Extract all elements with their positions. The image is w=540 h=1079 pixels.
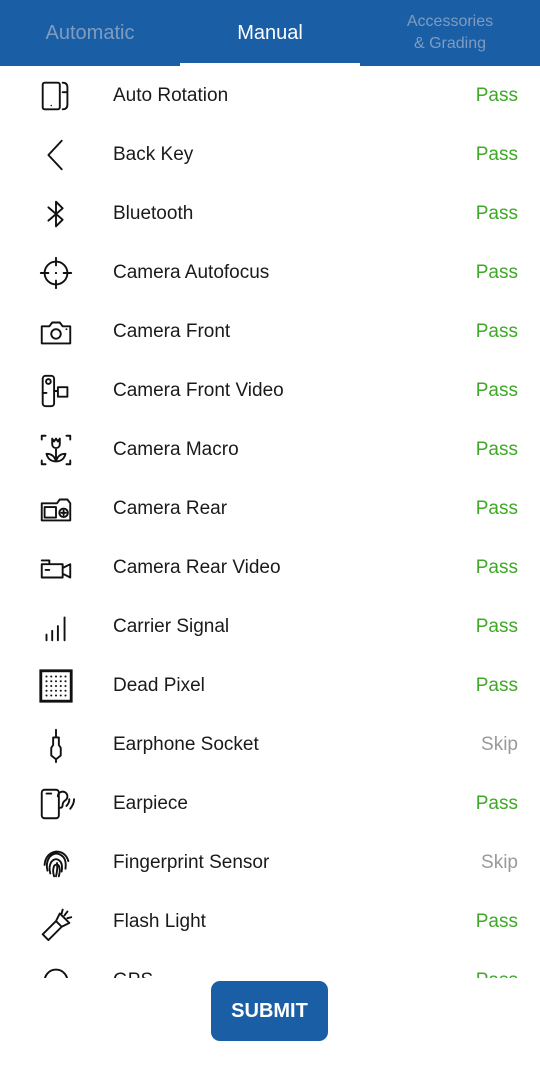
test-label: Camera Autofocus — [113, 262, 270, 283]
gps-icon — [36, 961, 76, 978]
camera-icon — [36, 312, 76, 352]
test-row-camera-rear[interactable]: Camera Rear Pass — [0, 479, 540, 538]
tab-automatic[interactable]: Automatic — [0, 0, 180, 66]
rear-camera-icon — [36, 489, 76, 529]
test-row-flash-light[interactable]: Flash Light Pass — [0, 892, 540, 951]
earpiece-icon — [36, 784, 76, 824]
tab-bar: Automatic Manual Accessories & Grading — [0, 0, 540, 66]
tab-label: Manual — [237, 21, 303, 44]
macro-flower-icon — [36, 430, 76, 470]
back-key-icon — [36, 135, 76, 175]
test-label: Camera Front Video — [113, 380, 284, 401]
test-row-earpiece[interactable]: Earpiece Pass — [0, 774, 540, 833]
test-row-back-key[interactable]: Back Key Pass — [0, 125, 540, 184]
status-badge: Pass — [475, 439, 518, 460]
test-label: Camera Front — [113, 321, 231, 342]
test-label: Earpiece — [113, 793, 188, 814]
test-row-gps[interactable]: GPS Pass — [0, 951, 540, 978]
test-row-camera-rear-video[interactable]: Camera Rear Video Pass — [0, 538, 540, 597]
test-label: Auto Rotation — [113, 85, 229, 106]
status-badge: Pass — [475, 557, 518, 578]
status-badge: Pass — [475, 911, 518, 932]
test-row-camera-autofocus[interactable]: Camera Autofocus Pass — [0, 243, 540, 302]
test-row-fingerprint-sensor[interactable]: Fingerprint Sensor Skip — [0, 833, 540, 892]
bluetooth-icon — [36, 194, 76, 234]
status-badge: Pass — [476, 970, 518, 978]
test-label: Back Key — [113, 144, 194, 165]
test-row-carrier-signal[interactable]: Carrier Signal Pass — [0, 597, 540, 656]
tab-label: Accessories & Grading — [406, 13, 494, 52]
auto-rotation-icon — [36, 76, 76, 116]
status-badge: Skip — [481, 734, 518, 755]
test-row-camera-front-video[interactable]: Camera Front Video Pass — [0, 361, 540, 420]
tab-accessories-grading[interactable]: Accessories & Grading — [360, 0, 540, 66]
status-badge: Pass — [475, 675, 518, 696]
test-label: Dead Pixel — [113, 675, 205, 696]
status-badge: Pass — [475, 616, 518, 637]
test-label: Flash Light — [113, 911, 206, 932]
status-badge: Skip — [481, 852, 518, 873]
status-badge: Pass — [475, 498, 518, 519]
test-row-bluetooth[interactable]: Bluetooth Pass — [0, 184, 540, 243]
status-badge: Pass — [475, 85, 518, 106]
audio-jack-icon — [36, 725, 76, 765]
signal-bars-icon — [36, 607, 76, 647]
front-video-icon — [36, 371, 76, 411]
test-label: Earphone Socket — [113, 734, 259, 755]
crosshair-icon — [36, 253, 76, 293]
test-row-auto-rotation[interactable]: Auto Rotation Pass — [0, 66, 540, 125]
status-badge: Pass — [475, 262, 518, 283]
test-label: Camera Rear Video — [113, 557, 281, 578]
test-label: Camera Macro — [113, 439, 239, 460]
fingerprint-icon — [36, 843, 76, 883]
test-label: GPS — [113, 970, 153, 978]
status-badge: Pass — [475, 203, 518, 224]
test-row-camera-macro[interactable]: Camera Macro Pass — [0, 420, 540, 479]
test-label: Camera Rear — [113, 498, 228, 519]
tab-manual[interactable]: Manual — [180, 0, 360, 66]
submit-button[interactable]: SUBMIT — [211, 981, 328, 1041]
test-label: Fingerprint Sensor — [113, 852, 270, 873]
flashlight-icon — [36, 902, 76, 942]
status-badge: Pass — [475, 793, 518, 814]
pixel-grid-icon — [36, 666, 76, 706]
test-label: Bluetooth — [113, 203, 194, 224]
status-badge: Pass — [475, 321, 518, 342]
test-row-earphone-socket[interactable]: Earphone Socket Skip — [0, 715, 540, 774]
video-camera-icon — [36, 548, 76, 588]
test-list[interactable]: Auto Rotation Pass Back Key Pass Bluetooth Pa… — [0, 66, 540, 978]
test-row-camera-front[interactable]: Camera Front Pass — [0, 302, 540, 361]
tab-label: Automatic — [45, 21, 135, 44]
status-badge: Pass — [475, 380, 518, 401]
test-label: Carrier Signal — [113, 616, 230, 637]
status-badge: Pass — [475, 144, 518, 165]
test-row-dead-pixel[interactable]: Dead Pixel Pass — [0, 656, 540, 715]
